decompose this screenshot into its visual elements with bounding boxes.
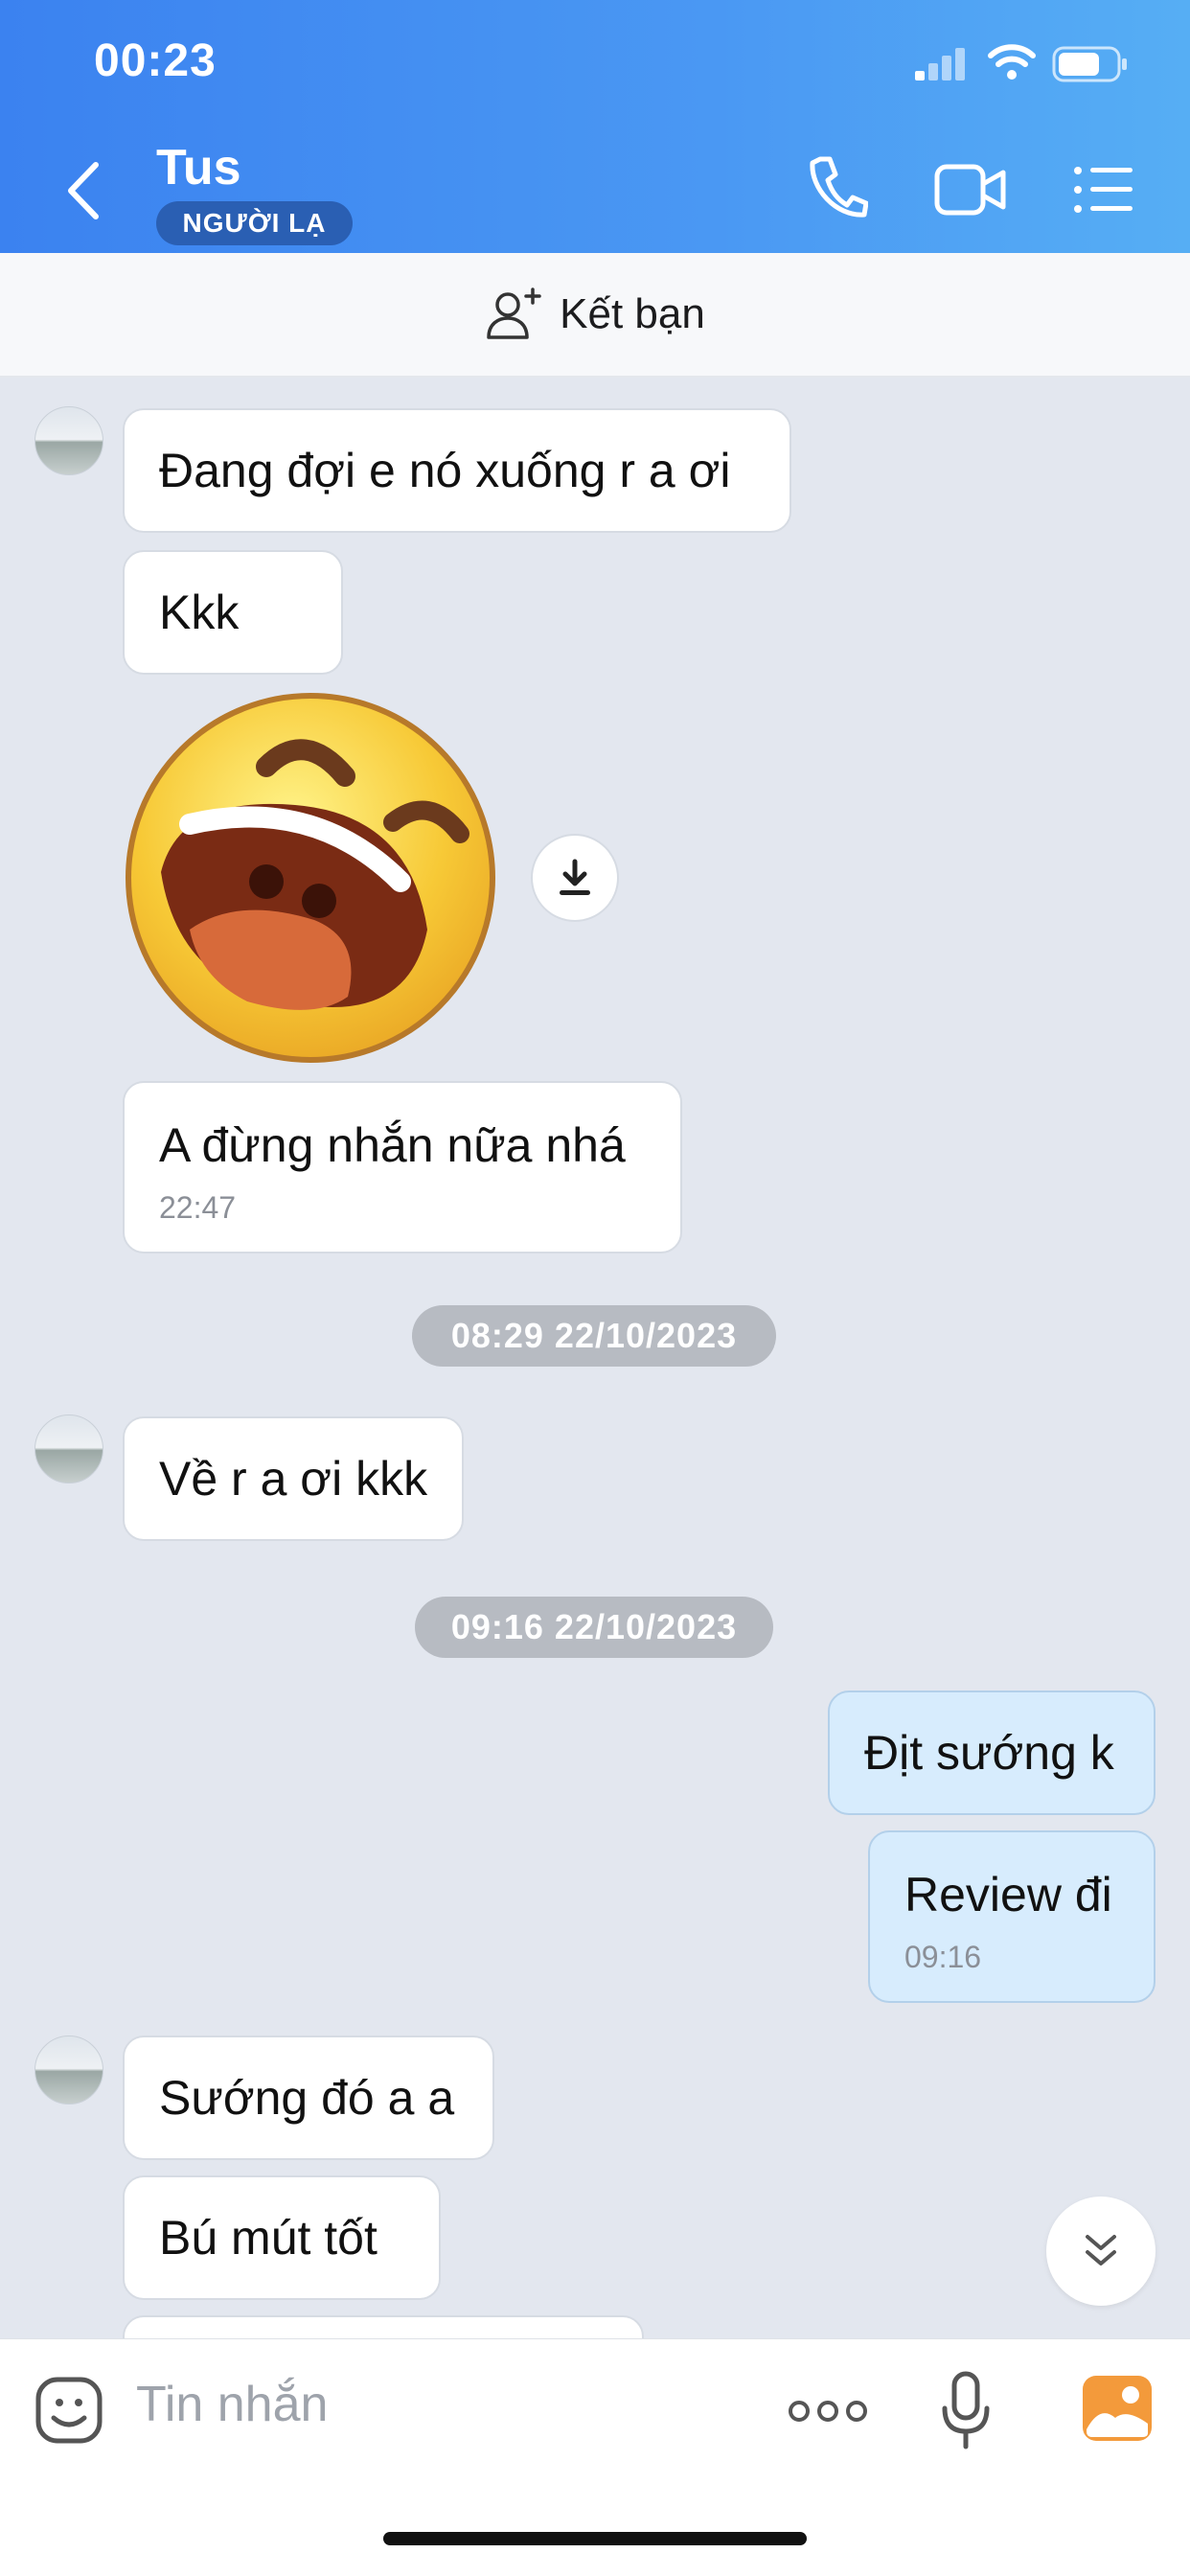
- download-icon: [560, 859, 590, 895]
- message-text: Review đi: [904, 1868, 1112, 1921]
- message-bubble-mine[interactable]: Địt sướng k: [828, 1690, 1156, 1815]
- sticker-icon[interactable]: [34, 2376, 103, 2445]
- add-friend-bar[interactable]: Kết bạn: [0, 253, 1190, 378]
- message-text: Bú mút tốt: [159, 2211, 378, 2265]
- status-time: 00:23: [94, 35, 217, 86]
- avatar[interactable]: [34, 406, 103, 475]
- message-bubble[interactable]: Kkk: [123, 550, 343, 675]
- laughing-face-sticker[interactable]: [123, 690, 498, 1066]
- message-bubble[interactable]: A đừng nhắn nữa nhá 22:47: [123, 1081, 682, 1254]
- image-icon[interactable]: [1081, 2374, 1154, 2443]
- video-icon[interactable]: [934, 161, 1007, 218]
- contact-name[interactable]: Tus: [156, 139, 241, 196]
- message-bubble-mine[interactable]: Review đi 09:16: [868, 1830, 1156, 2003]
- list-icon[interactable]: [1073, 165, 1133, 215]
- message-bubble[interactable]: Bú mút tốt: [123, 2175, 441, 2300]
- message-time: 09:16: [904, 1940, 982, 1974]
- message-text: Về r a ơi kkk: [159, 1452, 428, 1506]
- microphone-icon[interactable]: [939, 2370, 993, 2450]
- message-bubble[interactable]: Về r a ơi kkk: [123, 1416, 464, 1541]
- message-text: Kkk: [159, 586, 240, 639]
- add-friend-label: Kết bạn: [560, 290, 705, 337]
- chat-header: 00:23 Tus NGƯỜI LẠ: [0, 0, 1190, 253]
- message-bubble[interactable]: Đang đợi e nó xuống r a ơi: [123, 408, 791, 533]
- phone-icon[interactable]: [807, 153, 868, 220]
- message-input[interactable]: Tin nhắn: [136, 2376, 328, 2433]
- avatar[interactable]: [34, 1414, 103, 1484]
- message-text: A đừng nhắn nữa nhá: [159, 1118, 626, 1172]
- home-indicator: [383, 2532, 807, 2545]
- date-divider: 08:29 22/10/2023: [412, 1305, 776, 1367]
- back-icon[interactable]: [59, 157, 107, 224]
- scroll-to-bottom-button[interactable]: [1046, 2196, 1156, 2306]
- add-user-icon: [487, 288, 541, 339]
- stranger-badge: NGƯỜI LẠ: [156, 201, 353, 245]
- chevron-double-down-icon: [1086, 2235, 1116, 2266]
- message-bubble[interactable]: Sướng đó a a: [123, 2036, 494, 2160]
- message-text: Đang đợi e nó xuống r a ơi: [159, 444, 731, 497]
- battery-icon: [1052, 46, 1127, 82]
- avatar[interactable]: [34, 2036, 103, 2104]
- signal-icon: [915, 48, 965, 80]
- message-text: Địt sướng k: [864, 1726, 1114, 1780]
- message-time: 22:47: [159, 1190, 237, 1225]
- date-divider: 09:16 22/10/2023: [415, 1597, 773, 1658]
- message-text: Sướng đó a a: [159, 2071, 455, 2125]
- more-icon[interactable]: [788, 2397, 868, 2426]
- download-button[interactable]: [531, 834, 619, 922]
- wifi-icon: [988, 44, 1036, 80]
